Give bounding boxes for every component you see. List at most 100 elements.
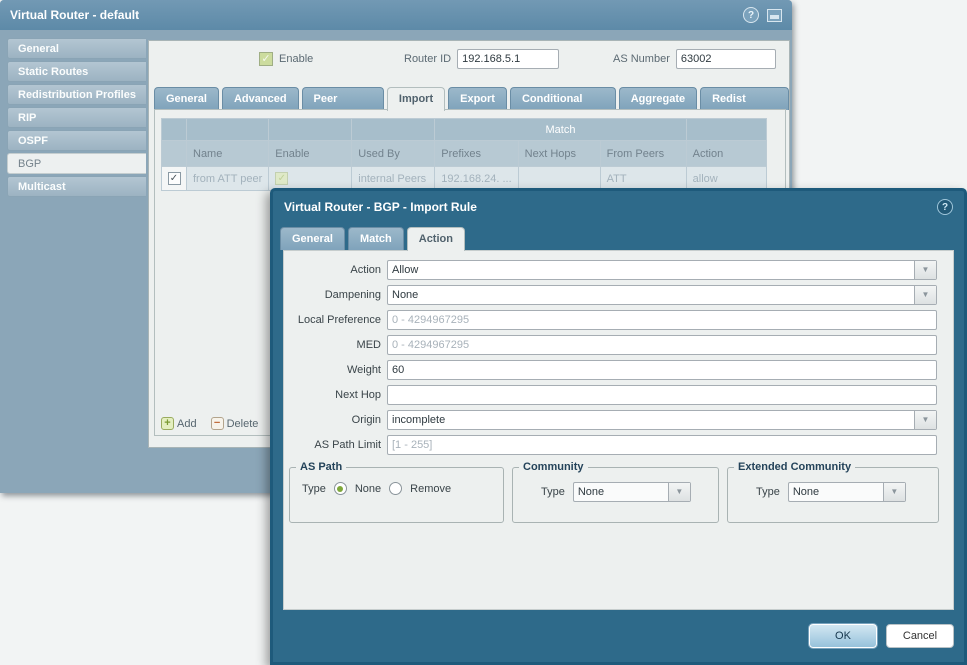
tab-peer-group[interactable]: Peer Group (302, 87, 384, 110)
as-path-type-label: Type (302, 483, 326, 495)
as-path-remove-radio[interactable] (389, 482, 402, 495)
chevron-down-icon[interactable]: ▼ (914, 411, 936, 429)
tab-advanced[interactable]: Advanced (222, 87, 299, 110)
extended-community-type-label: Type (756, 486, 780, 498)
tab-redist-rules[interactable]: Redist Rules (700, 87, 789, 110)
chevron-down-icon[interactable]: ▼ (914, 286, 936, 304)
dampening-select[interactable]: None ▼ (387, 285, 937, 305)
help-icon[interactable]: ? (743, 7, 759, 23)
as-path-limit-label: AS Path Limit (284, 439, 387, 451)
tab-export[interactable]: Export (448, 87, 507, 110)
sidebar-item-static-routes[interactable]: Static Routes (7, 61, 146, 82)
as-path-none-radio[interactable] (334, 482, 347, 495)
import-rule-title: Virtual Router - BGP - Import Rule (284, 200, 937, 214)
sidebar-item-bgp[interactable]: BGP (7, 153, 146, 174)
extended-community-type-select[interactable]: None ▼ (788, 482, 906, 502)
weight-input[interactable] (387, 360, 937, 380)
delete-icon: − (211, 417, 224, 430)
col-header-prefixes[interactable]: Prefixes (435, 141, 518, 167)
router-id-input[interactable] (457, 49, 559, 69)
virtual-router-title: Virtual Router - default (10, 8, 743, 22)
sidebar-item-general[interactable]: General (7, 38, 146, 59)
sidebar-item-redistribution-profiles[interactable]: Redistribution Profiles (7, 84, 146, 105)
row-enable-checkbox: ✓ (275, 172, 288, 185)
community-type-value: None (578, 486, 604, 498)
as-path-legend: AS Path (296, 461, 346, 473)
as-number-label: AS Number (613, 53, 670, 65)
sidebar-item-rip[interactable]: RIP (7, 107, 146, 128)
dampening-label: Dampening (284, 289, 387, 301)
import-rules-table: Match Name Enable Used By Prefixes Next … (161, 118, 767, 191)
chevron-down-icon[interactable]: ▼ (883, 483, 905, 501)
cell-name: from ATT peer (187, 167, 269, 191)
virtual-router-titlebar: Virtual Router - default ? (0, 0, 792, 30)
as-path-none-label: None (355, 483, 381, 495)
as-path-remove-label: Remove (410, 483, 451, 495)
tab-import[interactable]: Import (387, 87, 445, 111)
action-value: Allow (392, 264, 418, 276)
rule-tab-action[interactable]: Action (407, 227, 465, 251)
sidebar-item-ospf[interactable]: OSPF (7, 130, 146, 151)
action-select[interactable]: Allow ▼ (387, 260, 937, 280)
as-path-limit-input[interactable] (387, 435, 937, 455)
community-type-select[interactable]: None ▼ (573, 482, 691, 502)
tab-conditional-adv[interactable]: Conditional Adv (510, 87, 616, 110)
extended-community-legend: Extended Community (734, 461, 855, 473)
action-tab-content: Action Allow ▼ Dampening None ▼ Local Pr… (283, 250, 954, 610)
as-number-input[interactable] (676, 49, 776, 69)
enable-checkbox[interactable]: ✓ (259, 52, 273, 66)
delete-label: Delete (227, 418, 259, 430)
extended-community-type-value: None (793, 486, 819, 498)
delete-button[interactable]: − Delete (211, 417, 259, 430)
table-row[interactable]: ✓ from ATT peer ✓ internal Peers 192.168… (162, 167, 767, 191)
col-header-name[interactable]: Name (187, 141, 269, 167)
table-header-row: Name Enable Used By Prefixes Next Hops F… (162, 141, 767, 167)
extended-community-group: Extended Community Type None ▼ (727, 461, 939, 523)
router-id-label: Router ID (404, 53, 451, 65)
local-preference-input[interactable] (387, 310, 937, 330)
cell-prefixes: 192.168.24. ... (435, 167, 518, 191)
cell-next-hops (518, 167, 600, 191)
add-button[interactable]: + Add (161, 417, 197, 430)
rule-tab-general[interactable]: General (280, 227, 345, 250)
next-hop-input[interactable] (387, 385, 937, 405)
weight-label: Weight (284, 364, 387, 376)
med-label: MED (284, 339, 387, 351)
import-rule-dialog: Virtual Router - BGP - Import Rule ? Gen… (270, 188, 967, 665)
import-rule-titlebar: Virtual Router - BGP - Import Rule ? (273, 191, 964, 223)
col-header-used-by[interactable]: Used By (352, 141, 435, 167)
row-select-checkbox[interactable]: ✓ (168, 172, 181, 185)
action-label: Action (284, 264, 387, 276)
col-header-action[interactable]: Action (686, 141, 766, 167)
add-label: Add (177, 418, 197, 430)
as-path-group: AS Path Type None Remove (289, 461, 504, 523)
tab-aggregate[interactable]: Aggregate (619, 87, 697, 110)
community-type-label: Type (541, 486, 565, 498)
dampening-value: None (392, 289, 418, 301)
next-hop-label: Next Hop (284, 389, 387, 401)
cell-from-peers: ATT (600, 167, 686, 191)
origin-label: Origin (284, 414, 387, 426)
cell-used-by: internal Peers (352, 167, 435, 191)
tab-general[interactable]: General (154, 87, 219, 110)
community-legend: Community (519, 461, 588, 473)
table-group-header-row: Match (162, 119, 767, 141)
window-icon[interactable] (767, 9, 782, 22)
cancel-button[interactable]: Cancel (886, 624, 954, 648)
add-icon: + (161, 417, 174, 430)
community-group: Community Type None ▼ (512, 461, 719, 523)
chevron-down-icon[interactable]: ▼ (668, 483, 690, 501)
cell-action: allow (686, 167, 766, 191)
col-header-enable[interactable]: Enable (269, 141, 352, 167)
origin-select[interactable]: incomplete ▼ (387, 410, 937, 430)
ok-button[interactable]: OK (809, 624, 877, 648)
sidebar-item-multicast[interactable]: Multicast (7, 176, 146, 197)
rule-tab-match[interactable]: Match (348, 227, 404, 250)
help-icon[interactable]: ? (937, 199, 953, 215)
col-header-next-hops[interactable]: Next Hops (518, 141, 600, 167)
enable-label: Enable (279, 53, 313, 65)
med-input[interactable] (387, 335, 937, 355)
match-group-header: Match (435, 119, 686, 141)
chevron-down-icon[interactable]: ▼ (914, 261, 936, 279)
col-header-from-peers[interactable]: From Peers (600, 141, 686, 167)
